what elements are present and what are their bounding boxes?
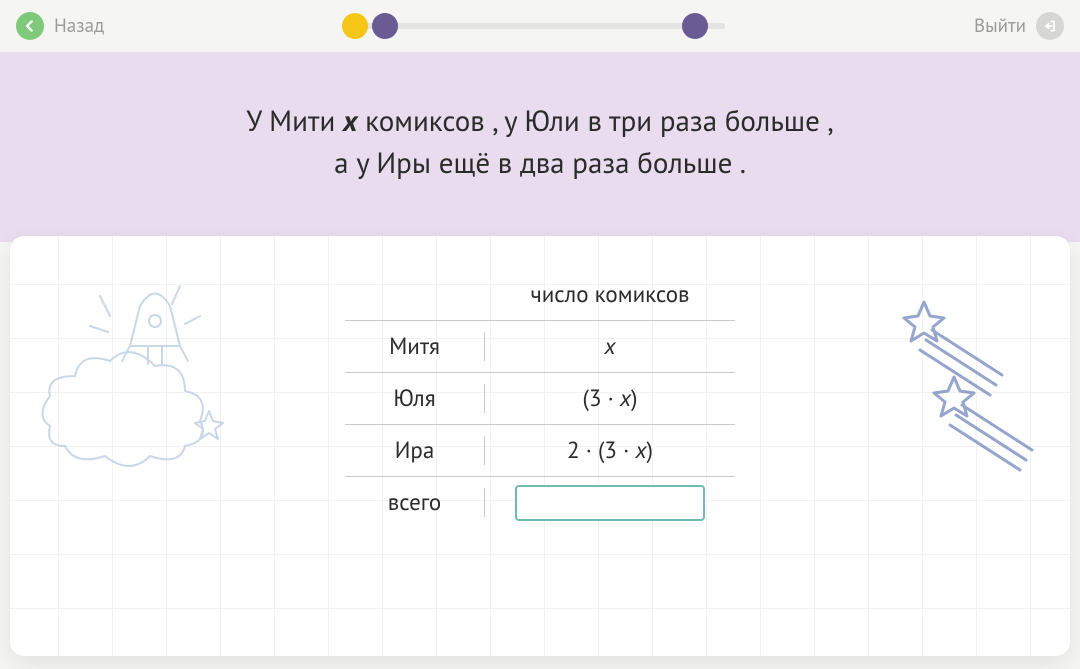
shooting-stars-illustration-icon (898, 296, 1058, 496)
table-header-row: число комиксов (345, 268, 735, 320)
table-row: Юля (3 · x) (345, 372, 735, 424)
back-label: Назад (54, 14, 104, 38)
table-row: Митя x (345, 320, 735, 372)
chevron-left-icon (16, 12, 44, 40)
prompt-panel: У Мити х комиксов , у Юли в три раза бол… (0, 52, 1080, 242)
answer-input[interactable] (515, 485, 705, 521)
progress-dot-done-icon (342, 13, 368, 39)
total-label: всего (345, 488, 485, 517)
row-name: Ира (345, 436, 485, 465)
exit-button[interactable]: Выйти (974, 12, 1064, 40)
progress-track (355, 23, 725, 29)
table-row: Ира 2 · (3 · x) (345, 424, 735, 476)
prompt-text: У Мити х комиксов , у Юли в три раза бол… (30, 100, 1050, 184)
table-total-row: всего (345, 476, 735, 528)
progress-dot-upcoming-icon (682, 13, 708, 39)
prompt-variable: х (343, 102, 357, 140)
total-value-cell (485, 485, 735, 521)
progress-bar (355, 23, 725, 29)
row-name: Митя (345, 332, 485, 361)
rocket-cloud-illustration-icon (30, 276, 250, 476)
row-value: x (485, 332, 735, 361)
prompt-line1a: У Мити (246, 102, 343, 140)
table-header-value: число комиксов (485, 280, 735, 309)
top-bar: Назад Выйти (0, 0, 1080, 52)
row-value: 2 · (3 · x) (485, 436, 735, 465)
progress-dot-current-icon (372, 13, 398, 39)
data-table: число комиксов Митя x Юля (3 · x) Ира 2 … (345, 268, 735, 528)
prompt-line1b: комиксов , у Юли в три раза больше , (357, 102, 833, 140)
exit-label: Выйти (974, 14, 1026, 38)
exit-icon (1036, 12, 1064, 40)
row-value: (3 · x) (485, 384, 735, 413)
prompt-line2: а у Иры ещё в два раза больше . (334, 144, 746, 182)
back-button[interactable]: Назад (16, 12, 104, 40)
row-name: Юля (345, 384, 485, 413)
worksheet-card: число комиксов Митя x Юля (3 · x) Ира 2 … (10, 236, 1070, 656)
